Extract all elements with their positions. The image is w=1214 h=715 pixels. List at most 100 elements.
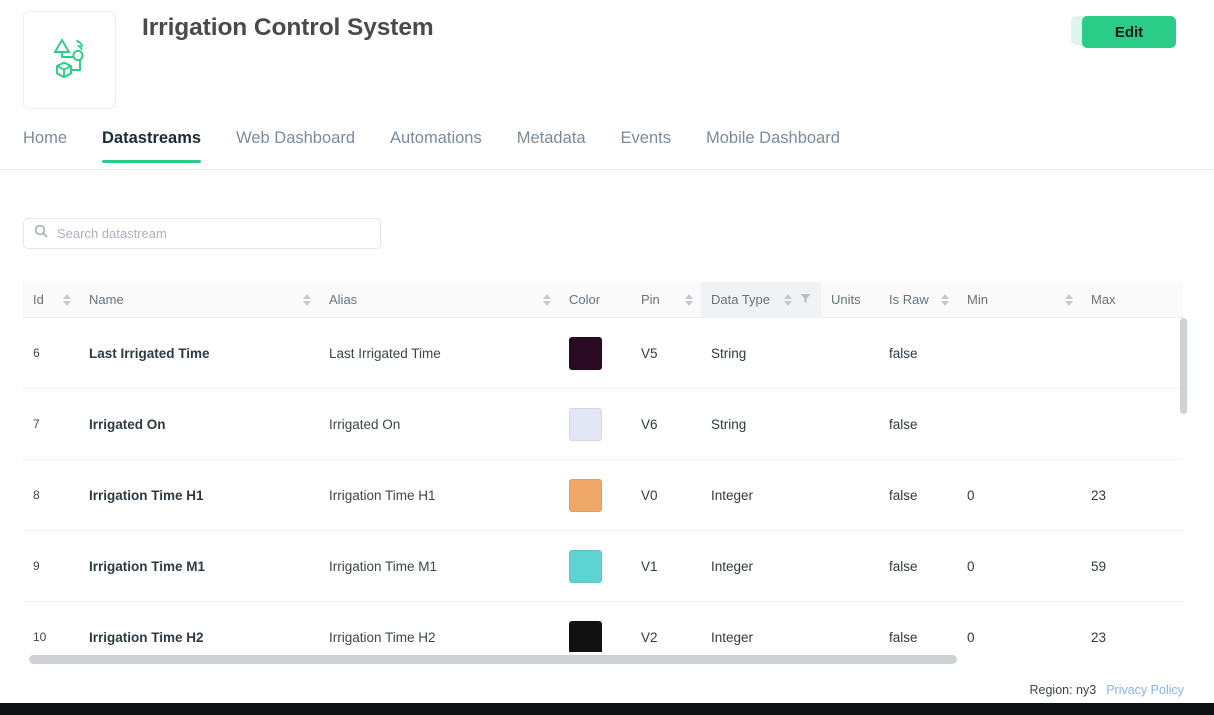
cell-is-raw: false bbox=[889, 558, 918, 574]
cell-name: Irrigation Time H1 bbox=[89, 487, 204, 503]
sort-icon-alias[interactable] bbox=[543, 293, 551, 306]
cell-max bbox=[1081, 318, 1181, 388]
horizontal-scrollbar[interactable] bbox=[23, 655, 1183, 664]
cell-alias: Irrigation Time M1 bbox=[329, 558, 438, 574]
column-label-alias: Alias bbox=[329, 292, 358, 307]
cell-data-type: Integer bbox=[711, 629, 754, 645]
cell-units bbox=[821, 602, 879, 652]
search-box[interactable] bbox=[23, 218, 381, 249]
cell-data-type: Integer bbox=[711, 558, 754, 574]
column-header-max[interactable]: Max bbox=[1081, 282, 1181, 318]
vertical-scrollbar-thumb[interactable] bbox=[1180, 318, 1187, 414]
app-logo bbox=[23, 11, 116, 109]
cell-color bbox=[559, 531, 631, 601]
table-row[interactable]: 10 Irrigation Time H2 Irrigation Time H2… bbox=[23, 602, 1183, 652]
cell-name: Irrigated On bbox=[89, 416, 166, 432]
search-input[interactable] bbox=[57, 226, 370, 241]
table-row[interactable]: 9 Irrigation Time M1 Irrigation Time M1 … bbox=[23, 531, 1183, 602]
cell-max bbox=[1081, 389, 1181, 459]
column-header-units[interactable]: Units bbox=[821, 282, 879, 318]
color-swatch[interactable] bbox=[569, 336, 602, 370]
cell-units bbox=[821, 318, 879, 388]
cell-units bbox=[821, 460, 879, 530]
sort-icon-data-type[interactable] bbox=[784, 293, 792, 306]
column-label-pin: Pin bbox=[641, 292, 660, 307]
cell-alias: Irrigation Time H2 bbox=[329, 629, 436, 645]
column-label-units: Units bbox=[831, 292, 861, 307]
cell-pin: V2 bbox=[641, 629, 658, 645]
cell-color bbox=[559, 602, 631, 652]
color-swatch[interactable] bbox=[569, 620, 602, 652]
column-label-is-raw: Is Raw bbox=[889, 292, 929, 307]
color-swatch[interactable] bbox=[569, 478, 602, 512]
search-icon bbox=[34, 224, 48, 243]
cell-min: 0 bbox=[967, 487, 975, 503]
column-label-color: Color bbox=[569, 292, 601, 307]
sort-icon-pin[interactable] bbox=[685, 293, 693, 306]
cell-alias: Irrigation Time H1 bbox=[329, 487, 436, 503]
cell-alias: Last Irrigated Time bbox=[329, 345, 441, 361]
cell-min: 0 bbox=[967, 629, 975, 645]
cell-id: 7 bbox=[33, 417, 40, 431]
cell-pin: V0 bbox=[641, 487, 658, 503]
cell-is-raw: false bbox=[889, 345, 918, 361]
cell-max: 23 bbox=[1091, 487, 1107, 503]
tab-datastreams[interactable]: Datastreams bbox=[102, 128, 202, 163]
cell-min bbox=[957, 389, 1081, 459]
cell-pin: V5 bbox=[641, 345, 658, 361]
cell-units bbox=[821, 389, 879, 459]
column-header-name[interactable]: Name bbox=[79, 282, 319, 318]
cell-color bbox=[559, 460, 631, 530]
color-swatch[interactable] bbox=[569, 407, 602, 441]
column-header-color[interactable]: Color bbox=[559, 282, 631, 318]
cell-id: 8 bbox=[33, 488, 40, 502]
cell-data-type: Integer bbox=[711, 487, 754, 503]
column-header-alias[interactable]: Alias bbox=[319, 282, 559, 318]
sort-icon-is-raw[interactable] bbox=[941, 293, 949, 306]
column-header-data-type[interactable]: Data Type bbox=[701, 281, 821, 318]
column-header-min[interactable]: Min bbox=[957, 282, 1081, 318]
cell-pin: V1 bbox=[641, 558, 658, 574]
privacy-policy-link[interactable]: Privacy Policy bbox=[1106, 683, 1184, 697]
color-swatch[interactable] bbox=[569, 549, 602, 583]
sort-icon-name[interactable] bbox=[303, 293, 311, 306]
tab-automations[interactable]: Automations bbox=[390, 128, 482, 162]
cell-units bbox=[821, 531, 879, 601]
cell-pin: V6 bbox=[641, 416, 658, 432]
cell-min: 0 bbox=[967, 558, 975, 574]
page-title: Irrigation Control System bbox=[142, 14, 434, 41]
cell-data-type: String bbox=[711, 345, 747, 361]
page-header: Irrigation Control System ••• Edit bbox=[0, 0, 1214, 115]
cell-name: Irrigation Time H2 bbox=[89, 629, 204, 645]
sort-icon-id[interactable] bbox=[63, 293, 71, 306]
table-body: 6 Last Irrigated Time Last Irrigated Tim… bbox=[23, 318, 1183, 652]
tab-home[interactable]: Home bbox=[23, 128, 67, 162]
cell-id: 9 bbox=[33, 559, 40, 573]
edit-button[interactable]: Edit bbox=[1082, 16, 1176, 48]
table-row[interactable]: 6 Last Irrigated Time Last Irrigated Tim… bbox=[23, 318, 1183, 389]
filter-icon-data-type[interactable] bbox=[800, 292, 811, 307]
tab-web-dashboard[interactable]: Web Dashboard bbox=[236, 128, 355, 162]
cell-color bbox=[559, 318, 631, 388]
column-header-pin[interactable]: Pin bbox=[631, 282, 701, 318]
horizontal-scrollbar-thumb[interactable] bbox=[29, 655, 957, 664]
table-row[interactable]: 8 Irrigation Time H1 Irrigation Time H1 … bbox=[23, 460, 1183, 531]
tab-events[interactable]: Events bbox=[621, 128, 671, 162]
cell-max: 59 bbox=[1091, 558, 1107, 574]
vertical-scrollbar[interactable] bbox=[1180, 318, 1187, 652]
column-label-max: Max bbox=[1091, 292, 1116, 307]
page-footer: Region: ny3 Privacy Policy bbox=[1029, 683, 1184, 697]
iot-device-icon bbox=[44, 34, 96, 86]
table-row[interactable]: 7 Irrigated On Irrigated On V6 String fa… bbox=[23, 389, 1183, 460]
tab-metadata[interactable]: Metadata bbox=[517, 128, 586, 162]
cell-color bbox=[559, 389, 631, 459]
column-header-id[interactable]: Id bbox=[23, 282, 79, 318]
cell-is-raw: false bbox=[889, 416, 918, 432]
column-label-id: Id bbox=[33, 292, 44, 307]
tab-mobile-dashboard[interactable]: Mobile Dashboard bbox=[706, 128, 840, 162]
sort-icon-min[interactable] bbox=[1065, 293, 1073, 306]
column-header-is-raw[interactable]: Is Raw bbox=[879, 282, 957, 318]
cell-max: 23 bbox=[1091, 629, 1107, 645]
cell-min bbox=[957, 318, 1081, 388]
region-label: Region: ny3 bbox=[1029, 683, 1097, 697]
